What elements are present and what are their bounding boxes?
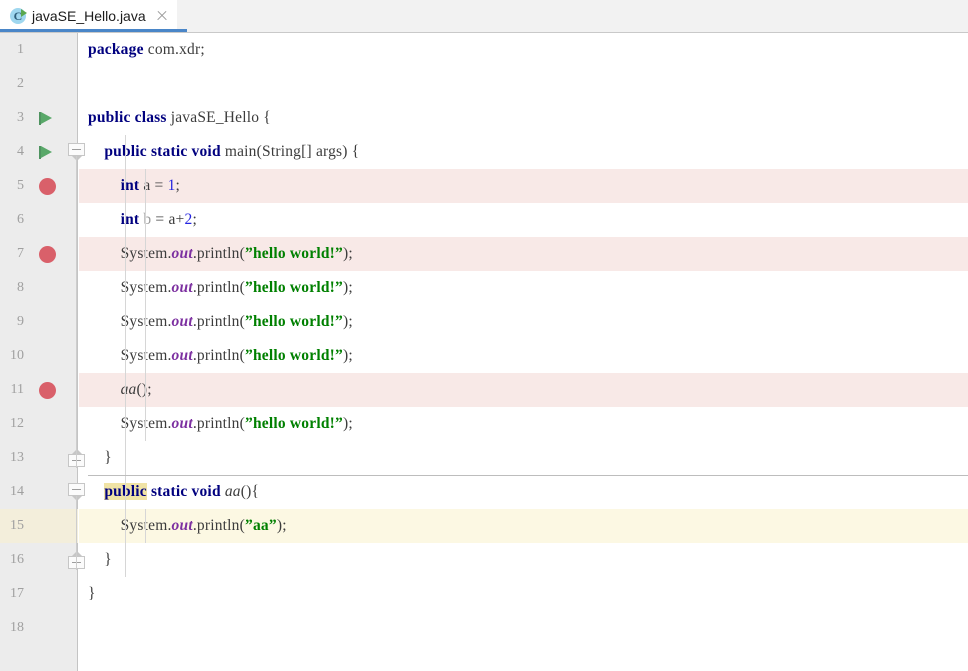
gutter-cell[interactable]: 17 bbox=[0, 577, 78, 611]
indent-guide-level-1 bbox=[125, 135, 126, 577]
line-number: 16 bbox=[10, 552, 24, 567]
line-number: 1 bbox=[17, 42, 24, 57]
code-text: System.out.println(”hello world!”); bbox=[121, 313, 353, 330]
gutter-cell[interactable]: 6 bbox=[0, 203, 78, 237]
gutter-cell[interactable]: 16 bbox=[0, 543, 85, 577]
breakpoint-icon[interactable] bbox=[39, 178, 56, 195]
gutter-cell[interactable]: 2 bbox=[0, 67, 78, 101]
code-text: int b = a+2; bbox=[120, 211, 197, 228]
code-line-background bbox=[79, 33, 968, 67]
line-number: 14 bbox=[10, 484, 24, 499]
gutter-cell[interactable]: 3 bbox=[0, 101, 78, 135]
code-line-background bbox=[79, 169, 968, 203]
code-editor[interactable]: 1 package com.xdr; 2 3 public class javaSE_H… bbox=[0, 33, 968, 671]
tab-title: javaSE_Hello.java bbox=[32, 8, 146, 24]
line-number: 13 bbox=[10, 450, 24, 465]
gutter-cell[interactable]: 15 bbox=[0, 509, 78, 543]
code-text: } bbox=[88, 449, 112, 466]
gutter-cell[interactable]: 5 bbox=[0, 169, 78, 203]
code-text: System.out.println(”aa”); bbox=[121, 517, 287, 534]
indent-guide-level-2a bbox=[145, 169, 146, 441]
line-number: 6 bbox=[17, 212, 24, 227]
breakpoint-icon[interactable] bbox=[39, 382, 56, 399]
fold-connector-main bbox=[76, 156, 77, 468]
fold-end-icon[interactable] bbox=[68, 449, 87, 468]
line-number: 17 bbox=[10, 586, 24, 601]
method-separator bbox=[88, 475, 968, 476]
code-text: } bbox=[88, 551, 112, 568]
code-line-background bbox=[79, 373, 968, 407]
line-number: 18 bbox=[10, 620, 24, 635]
code-line-background bbox=[79, 577, 968, 611]
code-text: aa(); bbox=[120, 381, 152, 398]
code-line[interactable]: 18 bbox=[0, 611, 968, 645]
code-line-background bbox=[79, 441, 968, 475]
tab-active-underline bbox=[0, 29, 187, 32]
code-text: System.out.println(”hello world!”); bbox=[121, 245, 353, 262]
editor-tab-bar: C javaSE_Hello.java bbox=[0, 0, 968, 33]
code-line[interactable]: 3 public class javaSE_Hello { bbox=[0, 101, 968, 135]
code-line[interactable]: 13 } bbox=[0, 441, 968, 475]
indent-guide-level-2b bbox=[145, 509, 146, 543]
code-line[interactable]: 16 } bbox=[0, 543, 968, 577]
run-gutter-icon[interactable] bbox=[39, 146, 52, 159]
code-line-background bbox=[79, 203, 968, 237]
gutter-cell[interactable]: 8 bbox=[0, 271, 78, 305]
gutter-cell[interactable]: 11 bbox=[0, 373, 78, 407]
code-line[interactable]: 4 public static void main(String[] args)… bbox=[0, 135, 968, 169]
code-line-background bbox=[79, 67, 968, 101]
code-line-background bbox=[79, 543, 968, 577]
code-text: public class javaSE_Hello { bbox=[88, 109, 271, 126]
code-text: } bbox=[88, 585, 96, 602]
code-text: package com.xdr; bbox=[88, 41, 205, 58]
close-icon[interactable] bbox=[155, 9, 169, 23]
line-number: 12 bbox=[10, 416, 24, 431]
code-line[interactable]: 1 package com.xdr; bbox=[0, 33, 968, 67]
gutter-cell[interactable]: 4 bbox=[0, 135, 85, 169]
line-number: 11 bbox=[10, 382, 24, 397]
code-text: public static void main(String[] args) { bbox=[104, 143, 360, 160]
run-gutter-icon[interactable] bbox=[39, 112, 52, 125]
gutter-cell[interactable]: 13 bbox=[0, 441, 85, 475]
java-class-runnable-icon: C bbox=[10, 8, 27, 24]
line-number: 10 bbox=[10, 348, 24, 363]
fold-collapse-icon[interactable] bbox=[68, 483, 87, 502]
gutter-cell[interactable]: 18 bbox=[0, 611, 78, 645]
gutter-cell[interactable]: 14 bbox=[0, 475, 85, 509]
line-number: 7 bbox=[17, 246, 24, 261]
code-line[interactable]: 14 public static void aa(){ bbox=[0, 475, 968, 509]
line-number: 4 bbox=[17, 144, 24, 159]
code-text: System.out.println(”hello world!”); bbox=[121, 347, 353, 364]
code-line-background bbox=[79, 611, 968, 645]
code-text: int a = 1; bbox=[120, 177, 181, 194]
code-text: System.out.println(”hello world!”); bbox=[121, 279, 353, 296]
line-number: 2 bbox=[17, 76, 24, 91]
gutter-cell[interactable]: 10 bbox=[0, 339, 78, 373]
gutter-cell[interactable]: 7 bbox=[0, 237, 78, 271]
line-number: 15 bbox=[10, 518, 24, 533]
fold-end-icon[interactable] bbox=[68, 551, 87, 570]
code-line[interactable]: 2 bbox=[0, 67, 968, 101]
line-number: 3 bbox=[17, 110, 24, 125]
line-number: 5 bbox=[17, 178, 24, 193]
gutter-cell[interactable]: 1 bbox=[0, 33, 78, 67]
gutter-cell[interactable]: 9 bbox=[0, 305, 78, 339]
gutter-cell[interactable]: 12 bbox=[0, 407, 78, 441]
code-text: public static void aa(){ bbox=[88, 475, 259, 509]
line-number: 8 bbox=[17, 280, 24, 295]
line-number: 9 bbox=[17, 314, 24, 329]
tab-javase-hello-java[interactable]: C javaSE_Hello.java bbox=[0, 0, 177, 32]
code-text: System.out.println(”hello world!”); bbox=[121, 415, 353, 432]
fold-collapse-icon[interactable] bbox=[68, 143, 87, 162]
breakpoint-icon[interactable] bbox=[39, 246, 56, 263]
fold-connector-aa bbox=[76, 496, 77, 570]
code-line[interactable]: 17} bbox=[0, 577, 968, 611]
